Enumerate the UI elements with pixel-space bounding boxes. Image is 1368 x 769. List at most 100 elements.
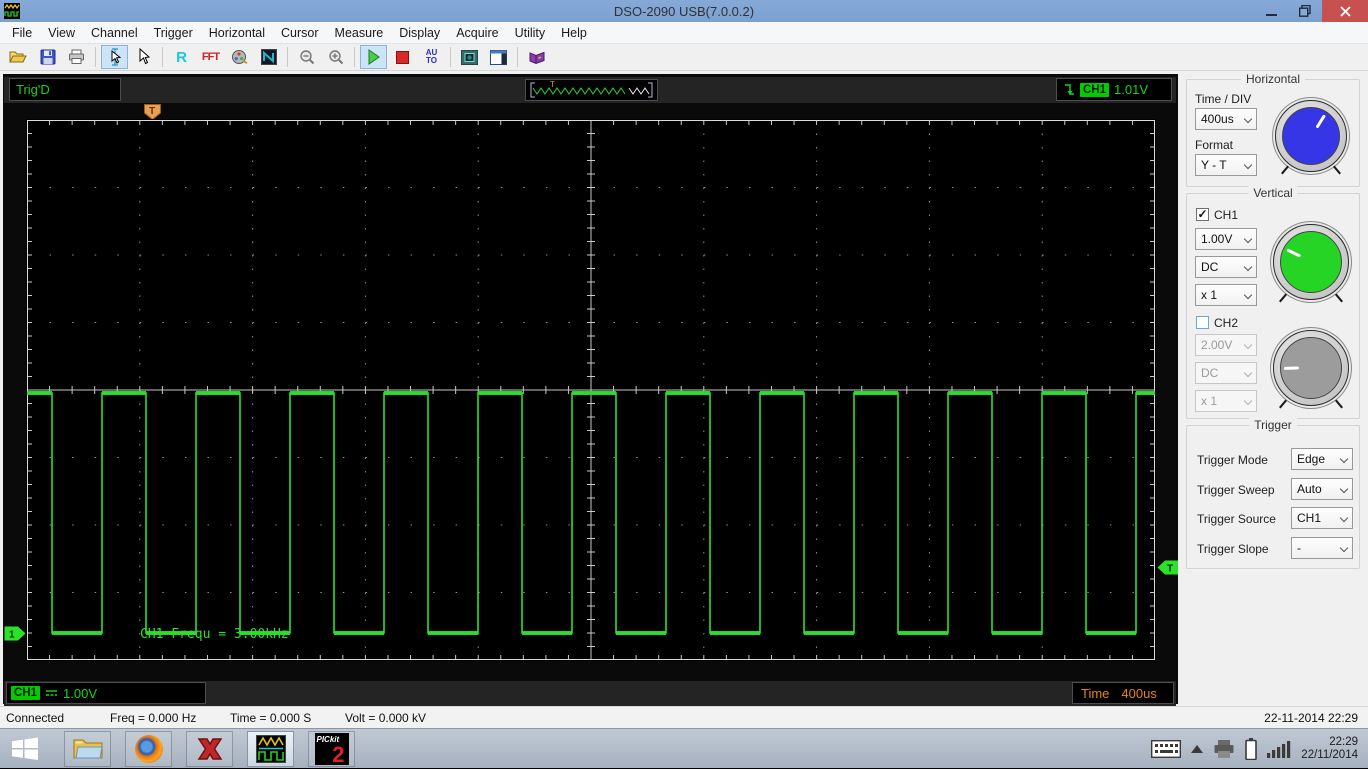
file-explorer-icon xyxy=(72,736,104,762)
refresh-r-button[interactable]: R xyxy=(168,45,195,69)
zoom-out-button[interactable] xyxy=(293,45,320,69)
pointer-tool-button[interactable] xyxy=(130,45,157,69)
restore-button[interactable] xyxy=(1288,0,1322,22)
toolbar-separator xyxy=(517,47,518,67)
ch1-probe-select[interactable]: x 1 xyxy=(1195,284,1257,306)
trigger-sweep-label: Trigger Sweep xyxy=(1197,483,1275,497)
ch1-coupling-select[interactable]: DC xyxy=(1195,256,1257,278)
knob-indicator xyxy=(1315,114,1325,128)
volt-status: Volt = 0.000 kV xyxy=(345,711,426,725)
autoset-button[interactable]: AUTO xyxy=(418,45,445,69)
record-button[interactable] xyxy=(226,45,253,69)
scope-display[interactable]: CH1 Frequ = 3.00kHz xyxy=(26,119,1156,661)
menu-help[interactable]: Help xyxy=(553,24,595,42)
trigger-group: Trigger Trigger Mode Edge Trigger Sweep … xyxy=(1186,425,1360,569)
trigger-edge-icon xyxy=(1063,82,1075,98)
dso-app-icon xyxy=(256,735,286,763)
svg-text:T: T xyxy=(149,106,155,117)
channel1-volts-per-div: 1.00V xyxy=(63,686,97,701)
network-signal-icon[interactable] xyxy=(1267,740,1291,758)
toolbar-separator xyxy=(162,47,163,67)
menu-view[interactable]: View xyxy=(40,24,83,42)
touch-keyboard-icon[interactable] xyxy=(1151,740,1181,758)
fullscreen-button[interactable] xyxy=(456,45,483,69)
trigger-level-value: 1.01V xyxy=(1114,82,1148,97)
record-preview[interactable]: T xyxy=(525,79,658,101)
horizontal-position-marker[interactable]: T xyxy=(144,104,161,120)
format-label: Format xyxy=(1195,138,1233,152)
horizontal-position-knob[interactable] xyxy=(1275,100,1347,172)
taskbar-firefox[interactable] xyxy=(125,731,172,767)
scope-bottom-strip: CH1 1.00V Time 400us xyxy=(4,681,1176,706)
help-button[interactable] xyxy=(523,45,550,69)
minimize-icon xyxy=(1266,6,1277,17)
zoom-in-button[interactable] xyxy=(322,45,349,69)
open-button[interactable] xyxy=(5,45,32,69)
start-acquisition-button[interactable] xyxy=(360,45,387,69)
fullscreen-icon xyxy=(461,50,478,65)
r-tool-icon: R xyxy=(176,49,187,66)
close-button[interactable] xyxy=(1322,0,1368,22)
trigger-sweep-select[interactable]: Auto xyxy=(1291,478,1353,500)
ch1-enable-checkbox[interactable]: ✓ xyxy=(1196,208,1209,221)
ch1-label: CH1 xyxy=(1214,208,1238,222)
menu-measure[interactable]: Measure xyxy=(327,24,392,42)
channel1-scale-readout: CH1 1.00V xyxy=(6,682,206,704)
trigger-level-marker[interactable]: T xyxy=(1157,560,1179,575)
menu-cursor[interactable]: Cursor xyxy=(273,24,327,42)
invert-button[interactable] xyxy=(255,45,282,69)
trigger-slope-select[interactable]: - xyxy=(1291,537,1353,559)
printer-tray-icon[interactable] xyxy=(1213,739,1235,759)
toolbar: R FFT xyxy=(0,44,1368,71)
start-button[interactable] xyxy=(0,729,50,769)
ch1-volts-select[interactable]: 1.00V xyxy=(1195,228,1257,250)
menu-file[interactable]: File xyxy=(4,24,40,42)
toolbar-separator xyxy=(450,47,451,67)
channel1-position-marker[interactable]: 1 xyxy=(4,626,26,641)
horizontal-group-title: Horizontal xyxy=(1241,72,1305,86)
menu-channel[interactable]: Channel xyxy=(83,24,146,42)
show-hidden-icons-arrow[interactable] xyxy=(1191,745,1203,753)
scope-info-strip: Trig'D T CH1 1.01V xyxy=(4,77,1176,103)
ch2-coupling-select[interactable]: DC xyxy=(1195,362,1257,384)
trigger-source-select[interactable]: CH1 xyxy=(1291,507,1353,529)
taskbar-file-explorer[interactable] xyxy=(64,731,111,767)
titlebar[interactable]: DSO-2090 USB(7.0.0.2) xyxy=(0,0,1368,22)
cursor-tool-button[interactable] xyxy=(101,45,128,69)
menu-horizontal[interactable]: Horizontal xyxy=(201,24,273,42)
play-icon xyxy=(367,49,381,65)
menu-acquire[interactable]: Acquire xyxy=(448,24,506,42)
knob-indicator xyxy=(1286,249,1301,258)
taskbar-clock[interactable]: 22:29 22/11/2014 xyxy=(1301,736,1358,762)
ch1-position-knob[interactable] xyxy=(1273,224,1349,300)
menu-trigger[interactable]: Trigger xyxy=(146,24,201,42)
panel-layout-button[interactable] xyxy=(485,45,512,69)
chevron-down-icon xyxy=(1340,514,1348,522)
fft-icon: FFT xyxy=(202,51,219,63)
menu-display[interactable]: Display xyxy=(391,24,448,42)
ch2-enable-checkbox[interactable] xyxy=(1196,316,1209,329)
statusbar-datetime: 22-11-2014 22:29 xyxy=(1264,711,1358,725)
taskbar-mplab[interactable] xyxy=(186,731,233,767)
ch2-probe-select[interactable]: x 1 xyxy=(1195,390,1257,412)
save-button[interactable] xyxy=(34,45,61,69)
control-panel: Horizontal Time / DIV 400us Format Y - T… xyxy=(1178,71,1368,706)
minimize-button[interactable] xyxy=(1254,0,1288,22)
time-div-select[interactable]: 400us xyxy=(1195,108,1257,130)
record-preview-waveform: T xyxy=(526,80,657,100)
ch2-position-knob[interactable] xyxy=(1273,330,1349,406)
taskbar-dso-app[interactable] xyxy=(247,731,294,767)
fft-button[interactable]: FFT xyxy=(197,45,224,69)
ch2-volts-select[interactable]: 2.00V xyxy=(1195,334,1257,356)
trigger-mode-select[interactable]: Edge xyxy=(1291,448,1353,470)
firefox-icon xyxy=(135,735,163,763)
taskbar-pickit2[interactable]: PICkit 2 xyxy=(308,731,355,767)
battery-icon[interactable] xyxy=(1245,738,1257,760)
ch2-label: CH2 xyxy=(1214,316,1238,330)
menu-utility[interactable]: Utility xyxy=(507,24,554,42)
chevron-down-icon xyxy=(1244,397,1252,405)
print-button[interactable] xyxy=(63,45,90,69)
taskbar: PICkit 2 xyxy=(0,728,1368,768)
stop-acquisition-button[interactable] xyxy=(389,45,416,69)
format-select[interactable]: Y - T xyxy=(1195,154,1257,176)
